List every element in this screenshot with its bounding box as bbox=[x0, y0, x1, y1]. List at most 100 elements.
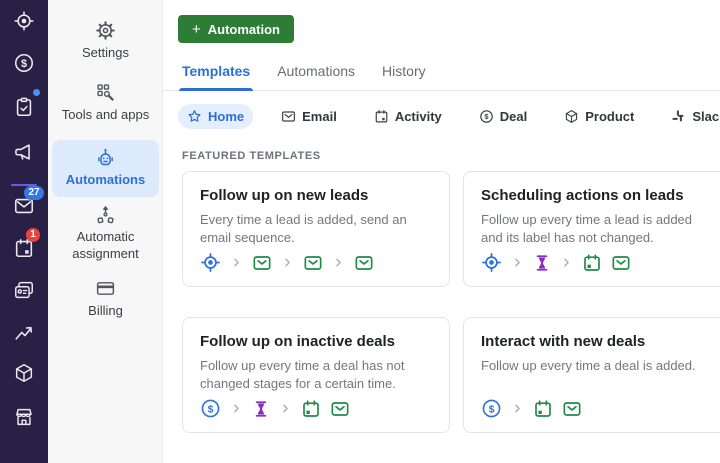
card-description: Every time a lead is added, send an emai… bbox=[200, 212, 407, 245]
slack-icon bbox=[671, 109, 686, 124]
card-description: Follow up every time a deal is added. bbox=[481, 358, 696, 373]
mail-icon bbox=[354, 253, 374, 273]
lead-icon bbox=[481, 252, 502, 273]
add-automation-label: Automation bbox=[207, 21, 280, 37]
chevron-icon bbox=[230, 402, 243, 415]
filter-activity[interactable]: Activity bbox=[365, 104, 451, 129]
card-title: Follow up on new leads bbox=[200, 187, 369, 204]
mail-unread-badge: 27 bbox=[24, 186, 44, 200]
svg-text:$: $ bbox=[21, 58, 27, 70]
chevron-icon bbox=[511, 402, 524, 415]
card-title: Follow up on inactive deals bbox=[200, 333, 396, 350]
lead-icon bbox=[200, 252, 221, 273]
svg-text:$: $ bbox=[484, 112, 489, 121]
nav-products-package-icon[interactable] bbox=[13, 362, 35, 384]
robot-icon bbox=[95, 147, 116, 168]
plus-icon: + bbox=[192, 20, 201, 38]
filter-deal[interactable]: $ Deal bbox=[470, 104, 536, 129]
calendar-icon bbox=[533, 399, 553, 419]
chevron-icon bbox=[279, 402, 292, 415]
template-card-interact-new-deals[interactable]: Interact with new deals Follow up every … bbox=[463, 317, 720, 433]
nav-mail-envelope-icon[interactable]: 27 bbox=[13, 186, 44, 217]
filter-label: Home bbox=[208, 109, 245, 124]
deal-dollar-icon: $ bbox=[479, 109, 494, 124]
main-content: + Automation Templates Automations Histo… bbox=[163, 0, 720, 463]
calendar-icon bbox=[582, 253, 602, 273]
settings-sidebar: Settings Tools and apps Automations Auto… bbox=[48, 0, 163, 463]
nav-projects-clipboard-check-icon[interactable] bbox=[13, 89, 40, 118]
template-card-follow-up-inactive-deals[interactable]: Follow up on inactive deals Follow up ev… bbox=[182, 317, 450, 433]
sidebar-item-label: Billing bbox=[88, 303, 123, 318]
filter-home[interactable]: Home bbox=[178, 104, 254, 129]
tools-icon bbox=[95, 82, 116, 103]
sidebar-item-label: Settings bbox=[82, 45, 129, 60]
package-icon bbox=[564, 109, 579, 124]
mail-icon bbox=[611, 253, 631, 273]
template-card-grid: Follow up on new leads Every time a lead… bbox=[182, 171, 720, 433]
calendar-icon bbox=[374, 109, 389, 124]
card-description: Follow up every time a lead is added and… bbox=[481, 212, 693, 245]
deal-icon: $ bbox=[200, 398, 221, 419]
card-description: Follow up every time a deal has not chan… bbox=[200, 358, 405, 391]
deal-icon: $ bbox=[481, 398, 502, 419]
tab-templates[interactable]: Templates bbox=[178, 63, 254, 91]
automation-flow-icons: $ bbox=[481, 398, 713, 419]
nav-leads-target-icon[interactable] bbox=[13, 10, 35, 32]
filter-product[interactable]: Product bbox=[555, 104, 643, 129]
sidebar-item-label: Automations bbox=[65, 172, 146, 187]
chevron-icon bbox=[332, 256, 345, 269]
filter-email[interactable]: Email bbox=[272, 104, 346, 129]
envelope-icon bbox=[281, 109, 296, 124]
add-automation-button[interactable]: + Automation bbox=[178, 15, 294, 43]
filter-slack[interactable]: Slack bbox=[662, 104, 720, 129]
primary-sidebar: $ 27 1 bbox=[0, 0, 48, 463]
nav-activities-calendar-icon[interactable]: 1 bbox=[13, 228, 40, 259]
wait-icon bbox=[533, 254, 551, 272]
filter-label: Product bbox=[585, 109, 635, 124]
calendar-icon bbox=[301, 399, 321, 419]
sidebar-item-label: Automatic assignment bbox=[72, 229, 139, 261]
mail-icon bbox=[330, 399, 350, 419]
sidebar-item-settings[interactable]: Settings bbox=[48, 20, 163, 61]
sidebar-item-automations[interactable]: Automations bbox=[52, 140, 159, 197]
svg-text:$: $ bbox=[208, 403, 214, 415]
nav-marketplace-storefront-icon[interactable] bbox=[13, 406, 35, 428]
nav-campaigns-megaphone-icon[interactable] bbox=[13, 141, 35, 163]
notification-dot bbox=[33, 89, 40, 96]
filter-label: Email bbox=[302, 109, 337, 124]
tab-automations[interactable]: Automations bbox=[277, 63, 355, 90]
nav-contacts-card-icon[interactable] bbox=[13, 279, 35, 301]
chevron-icon bbox=[281, 256, 294, 269]
chevron-icon bbox=[230, 256, 243, 269]
automation-flow-icons bbox=[481, 252, 713, 273]
automation-flow-icons: $ bbox=[200, 398, 432, 419]
sidebar-item-billing[interactable]: Billing bbox=[48, 278, 163, 319]
star-icon bbox=[187, 109, 202, 124]
automation-flow-icons bbox=[200, 252, 432, 273]
template-card-scheduling-actions-leads[interactable]: Scheduling actions on leads Follow up ev… bbox=[463, 171, 720, 287]
template-card-follow-up-new-leads[interactable]: Follow up on new leads Every time a lead… bbox=[182, 171, 450, 287]
activities-badge: 1 bbox=[26, 228, 40, 242]
chevron-icon bbox=[560, 256, 573, 269]
filter-label: Slack bbox=[692, 109, 720, 124]
featured-templates-heading: FEATURED TEMPLATES bbox=[182, 150, 321, 162]
mail-icon bbox=[303, 253, 323, 273]
nav-insights-chart-icon[interactable] bbox=[13, 321, 35, 343]
mail-icon bbox=[562, 399, 582, 419]
nav-deals-currency-icon[interactable]: $ bbox=[13, 52, 35, 74]
card-title: Interact with new deals bbox=[481, 333, 646, 350]
sidebar-item-automatic-assignment[interactable]: Automatic assignment bbox=[48, 204, 163, 262]
tab-bar: Templates Automations History bbox=[163, 63, 720, 91]
gear-icon bbox=[95, 20, 116, 41]
svg-text:$: $ bbox=[489, 403, 495, 415]
tab-history[interactable]: History bbox=[382, 63, 426, 90]
mail-icon bbox=[252, 253, 272, 273]
chevron-icon bbox=[511, 256, 524, 269]
assignment-split-icon bbox=[95, 204, 116, 225]
sidebar-item-label: Tools and apps bbox=[61, 107, 150, 122]
wait-icon bbox=[252, 400, 270, 418]
credit-card-icon bbox=[95, 278, 116, 299]
sidebar-item-tools-and-apps[interactable]: Tools and apps bbox=[48, 82, 163, 123]
filter-bar: Home Email Activity $ Deal Product Slac bbox=[178, 103, 720, 130]
filter-label: Activity bbox=[394, 109, 442, 124]
